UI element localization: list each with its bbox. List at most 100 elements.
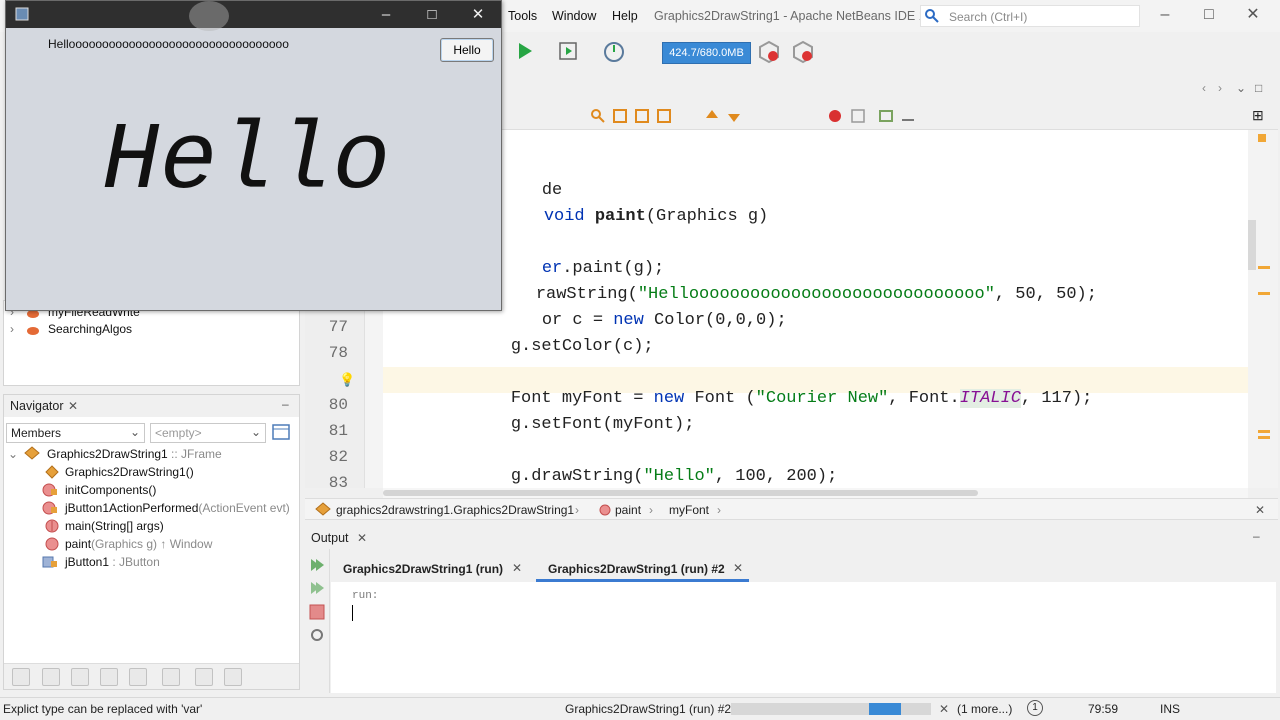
scrollbar-thumb[interactable] [383,490,978,496]
window-title: Graphics2DrawString1 - Apache NetBeans I… [654,9,933,23]
settings-icon[interactable] [309,627,325,643]
tab-list-icon[interactable]: ⌄ [1236,81,1246,95]
prev-tab-icon[interactable]: ‹ [1202,81,1206,95]
tree-item-member[interactable]: jButton1ActionPerformed(ActionEvent evt) [65,501,290,515]
close-icon[interactable]: ✕ [1255,503,1265,517]
show-innerclasses-button[interactable] [129,668,147,686]
more-tasks-link[interactable]: (1 more...) [957,702,1012,716]
member-name: jButton1ActionPerformed [65,501,199,515]
sort-name-button[interactable] [224,668,242,686]
tree-item-member[interactable]: Graphics2DrawString1() [65,465,194,479]
status-bar: Explict type can be replaced with 'var' … [0,697,1280,720]
breadcrumb-item[interactable]: myFont [669,503,709,517]
breadcrumb-item[interactable]: paint [615,503,641,517]
show-inherited-button[interactable] [12,668,30,686]
close-icon[interactable]: ✕ [357,531,367,545]
fully-qualified-button[interactable] [162,668,180,686]
rerun-icon[interactable] [309,557,325,573]
lightbulb-icon[interactable]: 💡 [339,372,355,388]
text-caret [352,605,353,621]
tree-item-member[interactable]: initComponents() [65,483,156,497]
tab-run-2[interactable]: Graphics2DrawString1 (run) #2 [548,562,725,576]
notifications-badge[interactable]: 1 [1027,700,1043,716]
tree-item-member[interactable]: main(String[] args) [65,519,164,533]
tab-run[interactable]: Graphics2DrawString1 (run) [343,562,503,576]
stop-macro-icon[interactable] [850,108,866,124]
select-value: Members [11,426,62,440]
warning-marker[interactable] [1258,292,1270,295]
status-task[interactable]: Graphics2DrawString1 (run) #2 [565,702,731,716]
show-fields-button[interactable] [42,668,60,686]
warning-marker[interactable] [1258,430,1270,433]
find-previous-icon[interactable] [612,108,628,124]
split-editor-icon[interactable]: ⊞ [1252,107,1264,124]
navigator-title[interactable]: Navigator [10,399,64,413]
output-console[interactable]: run: [331,582,1276,693]
editor-error-stripe[interactable] [1248,130,1278,488]
maximize-icon[interactable]: □ [1200,6,1218,24]
collapse-icon[interactable]: ⌄ [8,447,18,461]
gc-icon[interactable] [757,40,781,64]
breadcrumb: graphics2drawstring1.Graphics2DrawString… [305,498,1278,520]
tree-item-member[interactable]: jButton1 : JButton [65,555,160,569]
close-icon[interactable]: ✕ [468,5,488,25]
select-value: <empty> [155,426,202,440]
uncomment-icon[interactable] [900,108,916,124]
sort-source-button[interactable] [195,668,213,686]
code-token: paint [594,207,646,226]
warning-marker[interactable] [1258,436,1270,439]
progress-fill [869,703,901,715]
stop-icon[interactable] [309,604,325,620]
minimize-icon[interactable]: – [376,5,396,25]
minimize-icon[interactable]: – [1253,529,1260,543]
expand-icon[interactable]: › [10,322,14,336]
code-text[interactable]: de void paint(Graphics g) er.paint(g); r… [383,130,1248,488]
next-bookmark-icon[interactable] [726,108,742,124]
profiler-icon[interactable] [791,40,815,64]
close-icon[interactable]: ✕ [1244,6,1262,24]
tree-item-project[interactable]: SearchingAlgos [48,322,132,336]
record-macro-icon[interactable] [827,108,843,124]
cancel-task-icon[interactable]: ✕ [939,702,949,716]
find-next-icon[interactable] [634,108,650,124]
navigator-header: Navigator ✕ – [4,395,299,417]
members-filter-select[interactable]: Members ⌄ [6,423,145,443]
close-icon[interactable]: ✕ [733,561,743,575]
maximize-icon[interactable]: □ [422,5,442,25]
empty-select[interactable]: <empty> ⌄ [150,423,266,443]
comment-icon[interactable] [878,108,894,124]
rerun-with-params-icon[interactable] [309,580,325,596]
menu-window[interactable]: Window [552,9,596,23]
profile-icon[interactable] [602,40,626,64]
find-selection-icon[interactable] [656,108,672,124]
prev-bookmark-icon[interactable] [704,108,720,124]
menu-tools[interactable]: Tools [508,9,537,23]
filter-icon[interactable] [272,423,290,441]
class-icon [24,446,40,460]
run-icon[interactable] [517,42,533,60]
show-static-button[interactable] [71,668,89,686]
close-icon[interactable]: ✕ [68,399,78,413]
minimize-icon[interactable]: – [282,397,289,411]
build-icon[interactable] [557,40,579,62]
output-title[interactable]: Output [311,531,349,545]
horizontal-scrollbar[interactable] [383,488,1248,498]
warning-marker[interactable] [1258,134,1266,142]
menu-help[interactable]: Help [612,9,638,23]
show-nonpublic-button[interactable] [100,668,118,686]
close-icon[interactable]: ✕ [512,561,522,575]
search-input[interactable]: Search (Ctrl+I) [920,5,1140,27]
hello-button[interactable]: Hello [440,38,494,62]
tree-item-member[interactable]: paint(Graphics g) ↑ Window [65,537,212,551]
maximize-editor-icon[interactable]: □ [1255,81,1262,95]
tree-root[interactable]: Graphics2DrawString1 :: JFrame [47,447,222,461]
memory-indicator[interactable]: 424.7/680.0MB [662,42,751,64]
line-number: 81 [328,422,348,440]
status-hint: Explict type can be replaced with 'var' [3,702,203,716]
minimize-icon[interactable]: – [1156,6,1174,24]
search-icon[interactable] [590,108,606,124]
vertical-scrollbar[interactable] [1248,220,1256,270]
breadcrumb-item[interactable]: graphics2drawstring1.Graphics2DrawString… [336,503,574,517]
warning-marker[interactable] [1258,266,1270,269]
next-tab-icon[interactable]: › [1218,81,1222,95]
